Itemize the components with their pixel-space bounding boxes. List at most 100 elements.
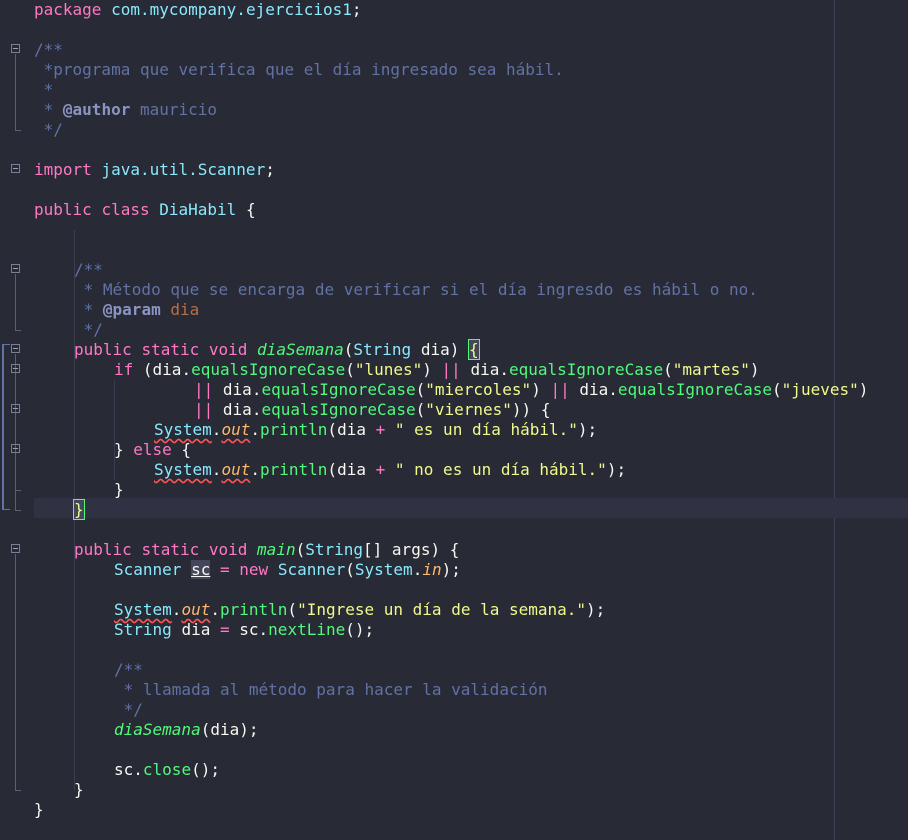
- operator: ||: [194, 400, 214, 419]
- keyword: if: [114, 360, 134, 379]
- fold-guide: [15, 274, 16, 330]
- fold-guide: [15, 54, 16, 130]
- type-name: String: [305, 540, 364, 559]
- code-line-24: System.out.println(dia + " no es un día …: [154, 460, 627, 479]
- code-line-25: }: [114, 480, 124, 499]
- class-reference: System: [154, 460, 212, 479]
- type-name: Scanner: [277, 560, 346, 579]
- variable: dia: [181, 620, 211, 639]
- matching-brace: {: [468, 339, 480, 360]
- operator: +: [375, 460, 386, 479]
- code-line-3: /**: [34, 40, 63, 59]
- code-line-41: }: [34, 800, 44, 819]
- string-literal: "viernes": [425, 400, 512, 419]
- class-reference: System: [114, 600, 172, 619]
- code-line-20: || dia.equalsIgnoreCase("miercoles") || …: [194, 380, 869, 399]
- variable: dia: [579, 380, 609, 399]
- code-line-16: * @param dia: [74, 300, 200, 320]
- method-call: nextLine: [268, 620, 346, 639]
- code-line-37: diaSemana(dia);: [114, 720, 259, 739]
- method-name: main: [257, 540, 296, 559]
- indent-guide: [114, 380, 115, 480]
- keyword: public: [74, 540, 132, 559]
- code-line-1: package com.mycompany.ejercicios1;: [34, 0, 362, 20]
- code-line-36: */: [114, 700, 143, 719]
- keyword: public: [74, 340, 132, 359]
- fold-toggle-icon[interactable]: [11, 264, 20, 273]
- variable: dia: [470, 360, 500, 379]
- code-line-5: *: [34, 80, 54, 99]
- method-call: equalsIgnoreCase: [617, 380, 773, 399]
- keyword: import: [34, 160, 92, 179]
- code-line-35: * llamada al método para hacer la valida…: [114, 680, 548, 699]
- code-line-17: */: [74, 320, 103, 339]
- code-line-29: Scanner sc = new Scanner(System.in);: [114, 560, 461, 579]
- variable: dia: [210, 720, 240, 739]
- comment-text: mauricio: [130, 100, 218, 119]
- code-line-15: * Método que se encarga de verificar si …: [74, 280, 758, 299]
- fold-toggle-icon[interactable]: [11, 44, 20, 53]
- string-literal: "lunes": [354, 360, 423, 379]
- fold-end: [15, 130, 21, 131]
- static-field: out: [181, 600, 211, 619]
- javadoc-tag: @author: [62, 100, 131, 119]
- variable: dia: [152, 360, 182, 379]
- fold-toggle-icon[interactable]: [11, 344, 20, 353]
- string-literal: "jueves": [781, 380, 859, 399]
- method-name: diaSemana: [257, 340, 344, 359]
- code-line-19: if (dia.equalsIgnoreCase("lunes") || dia…: [114, 360, 760, 379]
- code-line-22: System.out.println(dia + " es un día háb…: [154, 420, 598, 439]
- method-call: println: [259, 460, 328, 479]
- type-name: String: [353, 340, 412, 359]
- import-name: java.util.Scanner: [101, 160, 266, 179]
- code-line-4: *programa que verifica que el día ingres…: [34, 60, 564, 79]
- code-line-32: String dia = sc.nextLine();: [114, 620, 375, 639]
- keyword: void: [208, 540, 248, 559]
- keyword: public: [34, 200, 92, 219]
- method-call: println: [219, 600, 288, 619]
- keyword: package: [34, 0, 102, 19]
- operator: ||: [194, 380, 214, 399]
- punctuation: ;: [351, 0, 362, 19]
- editor-gutter: [0, 0, 28, 840]
- fold-toggle-icon[interactable]: [11, 444, 20, 453]
- code-line-7: */: [34, 120, 63, 139]
- code-line-23: } else {: [114, 440, 192, 459]
- code-line-6: * @author mauricio: [34, 100, 217, 120]
- code-line-40: }: [74, 780, 84, 799]
- fold-guide: [15, 554, 16, 790]
- fold-guide: [15, 354, 16, 510]
- fold-end: [2, 509, 10, 510]
- keyword: void: [208, 340, 248, 359]
- variable: sc: [114, 760, 134, 779]
- code-line-21: || dia.equalsIgnoreCase("viernes")) {: [194, 400, 551, 419]
- variable: dia: [337, 420, 366, 439]
- keyword: else: [133, 440, 172, 459]
- punctuation: {: [236, 200, 256, 219]
- keyword: new: [239, 560, 269, 579]
- code-line-34: /**: [114, 660, 143, 679]
- current-line-highlight: [34, 498, 908, 518]
- class-reference: System: [354, 560, 413, 579]
- javadoc-tag: @param: [102, 300, 161, 319]
- code-line-39: sc.close();: [114, 760, 220, 779]
- fold-toggle-icon[interactable]: [11, 364, 20, 373]
- fold-toggle-icon[interactable]: [11, 164, 20, 173]
- variable: dia: [337, 460, 366, 479]
- code-line-31: System.out.println("Ingrese un día de la…: [114, 600, 606, 619]
- string-literal: "Ingrese un día de la semana.": [297, 600, 587, 619]
- type-name: String: [114, 620, 172, 639]
- method-call: close: [142, 760, 192, 779]
- static-field: in: [422, 560, 442, 579]
- comment-text: *: [34, 100, 63, 119]
- string-literal: " no es un día hábil.": [394, 460, 607, 479]
- class-name: DiaHabil: [159, 200, 237, 219]
- right-margin-guide: [834, 0, 835, 840]
- fold-toggle-icon[interactable]: [11, 544, 20, 553]
- static-field: out: [221, 460, 251, 479]
- code-line-28: public static void main(String[] args) {: [74, 540, 460, 559]
- fold-end: [15, 330, 21, 331]
- keyword: static: [141, 340, 200, 359]
- fold-toggle-icon[interactable]: [11, 404, 20, 413]
- method-call: println: [259, 420, 328, 439]
